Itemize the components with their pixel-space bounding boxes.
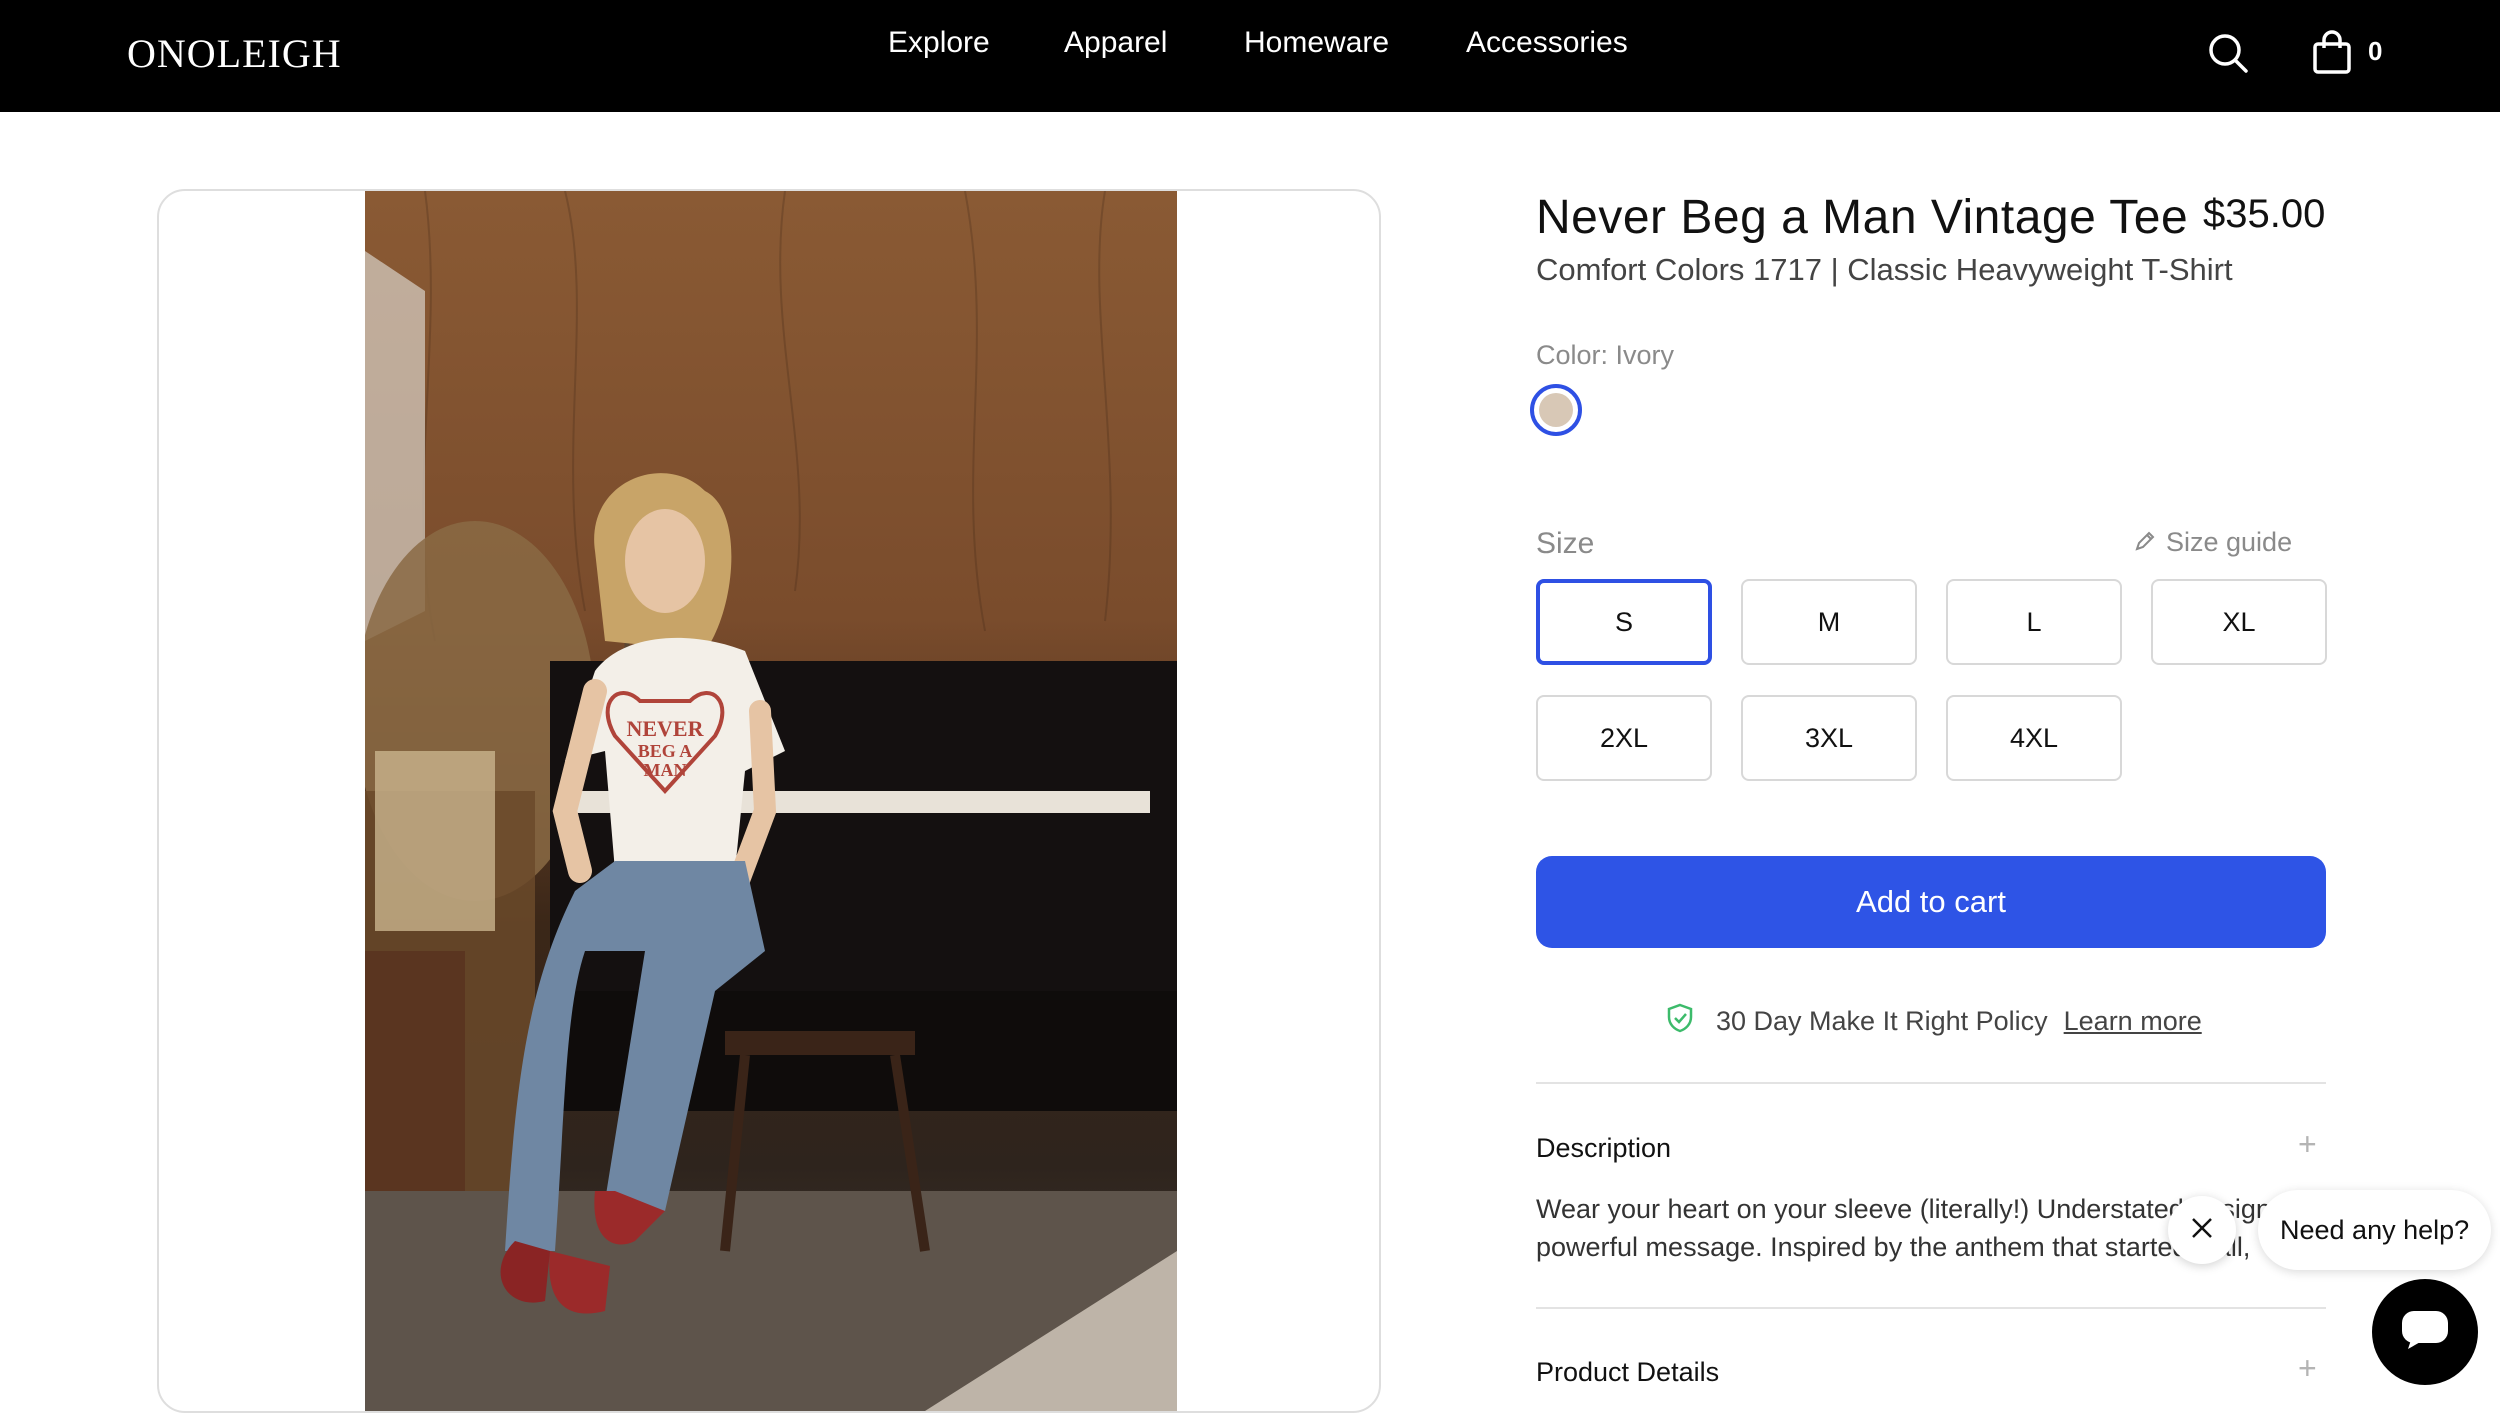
color-label: Color: Ivory [1536,340,1675,370]
add-to-cart-button[interactable]: Add to cart [1536,856,2326,948]
close-icon [2190,1216,2214,1245]
nav-homeware[interactable]: Homeware [1244,26,1389,60]
product-photo[interactable]: NEVER BEG A MAN [365,191,1177,1411]
bag-icon[interactable] [2312,30,2352,79]
learn-more-link[interactable]: Learn more [2064,1006,2202,1037]
nav-explore[interactable]: Explore [888,26,990,60]
size-option-4xl[interactable]: 4XL [1946,695,2122,781]
search-icon[interactable] [2207,32,2249,79]
policy-text: 30 Day Make It Right Policy [1716,1006,2048,1036]
plus-icon[interactable]: + [2298,1126,2317,1163]
size-option-s[interactable]: S [1536,579,1712,665]
pencil-icon [2134,528,2156,559]
product-subtitle: Comfort Colors 1717 | Classic Heavyweigh… [1536,252,2233,287]
product-media-frame: NEVER BEG A MAN [157,189,1381,1413]
chat-launcher-button[interactable] [2372,1279,2478,1385]
policy-row: 30 Day Make It Right Policy Learn more [1666,1003,2202,1040]
size-option-3xl[interactable]: 3XL [1741,695,1917,781]
chat-prompt-bubble[interactable]: Need any help? [2258,1190,2492,1270]
nav-apparel[interactable]: Apparel [1064,26,1167,60]
size-option-m[interactable]: M [1741,579,1917,665]
size-guide-label: Size guide [2166,527,2293,557]
divider [1536,1082,2326,1084]
shirt-print-line-1: NEVER [626,716,704,741]
product-details-accordion[interactable]: Product Details [1536,1357,1719,1388]
shield-check-icon [1666,1003,1694,1040]
product-title: Never Beg a Man Vintage Tee [1536,191,2189,244]
size-option-2xl[interactable]: 2XL [1536,695,1712,781]
color-swatch-ivory[interactable] [1530,384,1582,436]
size-option-xl[interactable]: XL [2151,579,2327,665]
chat-icon [2398,1307,2452,1358]
product-price: $35.00 [2203,192,2326,236]
description-accordion[interactable]: Description [1536,1133,1671,1164]
nav-accessories[interactable]: Accessories [1466,26,1628,60]
size-guide-link[interactable]: Size guide [2134,527,2292,559]
divider [1536,1307,2326,1309]
shirt-print-line-3: MAN [644,760,687,780]
site-header: ONOLEIGH Explore Apparel Homeware Access… [0,0,2500,112]
plus-icon[interactable]: + [2298,1350,2317,1387]
size-option-l[interactable]: L [1946,579,2122,665]
shirt-print-line-2: BEG A [638,741,693,761]
size-label: Size [1536,527,1595,560]
chat-close-button[interactable] [2168,1196,2236,1264]
cart-count[interactable]: 0 [2368,36,2382,67]
swatch-fill [1539,393,1573,427]
site-logo[interactable]: ONOLEIGH [127,30,342,77]
